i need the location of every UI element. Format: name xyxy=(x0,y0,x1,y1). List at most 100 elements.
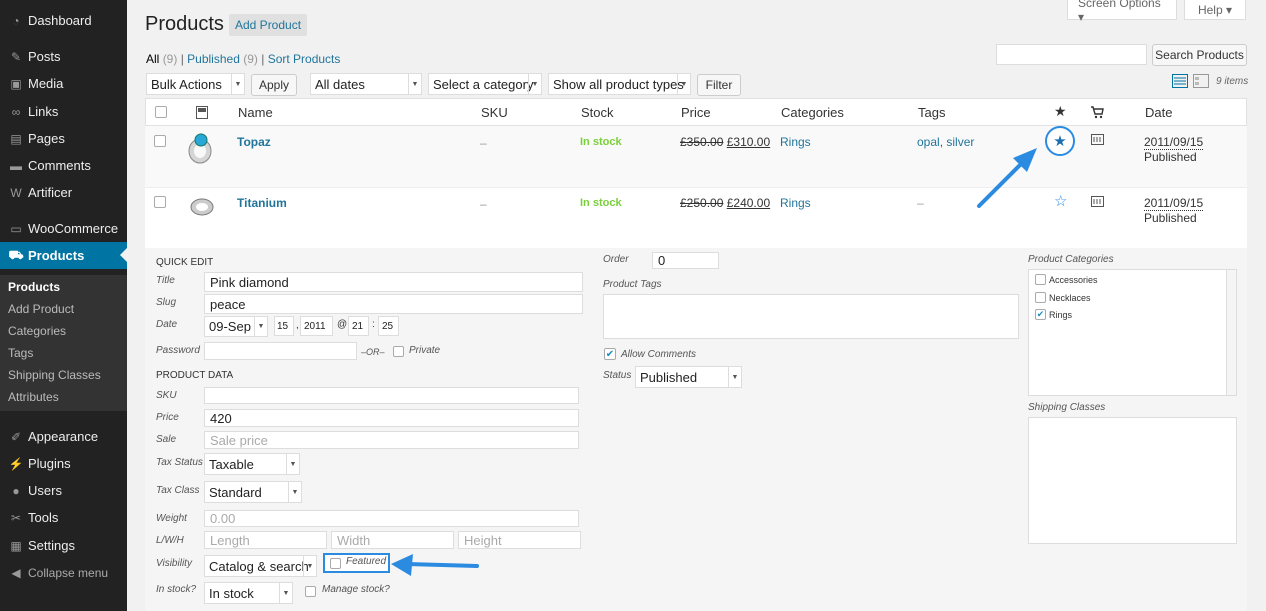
view-all[interactable]: All xyxy=(146,52,159,66)
hour-input[interactable]: 21 xyxy=(348,316,369,336)
tax-status-select[interactable]: Taxable ▼ xyxy=(204,453,300,475)
tax-class-select[interactable]: Standard ▼ xyxy=(204,481,302,503)
checklist-scrollbar[interactable] xyxy=(1226,270,1236,395)
menu-label: Appearance xyxy=(28,429,99,444)
title-input[interactable]: Pink diamond xyxy=(204,272,583,292)
column-price[interactable]: Price xyxy=(681,105,711,120)
category-link[interactable]: Rings xyxy=(780,135,811,149)
screen-options-button[interactable]: Screen Options ▾ xyxy=(1067,0,1177,24)
visibility-select[interactable]: Catalog & search ▼ xyxy=(204,555,317,577)
year-input[interactable]: 2011 xyxy=(300,316,333,336)
order-input[interactable]: 0 xyxy=(652,252,719,269)
category-option[interactable]: Necklaces xyxy=(1035,292,1091,303)
product-thumbnail[interactable] xyxy=(185,131,215,165)
add-product-button[interactable]: Add Product xyxy=(229,14,308,36)
sale-price-input[interactable]: Sale price xyxy=(204,431,579,449)
column-date[interactable]: Date xyxy=(1145,105,1172,120)
dates-select[interactable]: All dates ▼ xyxy=(310,73,422,95)
category-option[interactable]: Accessories xyxy=(1035,274,1098,285)
featured-star-outline-icon[interactable]: ☆ xyxy=(1054,192,1067,210)
column-categories: Categories xyxy=(781,105,844,120)
featured-star-icon[interactable]: ★ xyxy=(1054,103,1067,120)
users-icon: ● xyxy=(12,483,20,498)
product-type-select[interactable]: Show all product types ▼ xyxy=(548,73,691,95)
chevron-down-icon: ▼ xyxy=(254,317,267,336)
password-input[interactable] xyxy=(204,342,357,360)
row-checkbox[interactable] xyxy=(154,196,166,208)
view-published[interactable]: Published xyxy=(187,52,240,66)
product-thumbnail[interactable] xyxy=(189,196,215,218)
price-input[interactable]: 420 xyxy=(204,409,579,427)
search-products-button[interactable]: Search Products xyxy=(1152,44,1247,66)
menu-media[interactable]: ▣ Media xyxy=(0,70,127,97)
sku-input[interactable] xyxy=(204,387,579,404)
search-input[interactable] xyxy=(996,44,1147,65)
month-select[interactable]: 09-Sep ▼ xyxy=(204,316,268,337)
bulk-actions-select[interactable]: Bulk Actions ▼ xyxy=(146,73,245,95)
help-button[interactable]: Help ▾ xyxy=(1184,0,1246,20)
submenu-attributes[interactable]: Attributes xyxy=(8,390,59,404)
category-checkbox[interactable] xyxy=(1035,274,1046,285)
excerpt-view-icon[interactable] xyxy=(1193,74,1209,88)
submenu-products[interactable]: Products xyxy=(8,280,60,294)
menu-users[interactable]: ● Users xyxy=(0,477,127,504)
category-checkbox[interactable] xyxy=(1035,292,1046,303)
price-cell: £350.00 £310.00 xyxy=(680,135,770,149)
submenu-tags[interactable]: Tags xyxy=(8,346,33,360)
chevron-down-icon: ▼ xyxy=(286,454,299,474)
list-view-icon[interactable] xyxy=(1172,74,1188,88)
submenu-categories[interactable]: Categories xyxy=(8,324,66,338)
menu-dashboard[interactable]: ◔ Dashboard xyxy=(0,7,127,34)
category-option[interactable]: ✔ Rings xyxy=(1035,309,1072,320)
apply-button[interactable]: Apply xyxy=(251,74,297,96)
height-input[interactable]: Height xyxy=(458,531,581,549)
date-value: 2011/09/15 xyxy=(1144,196,1204,211)
menu-label: Users xyxy=(28,483,62,498)
menu-settings[interactable]: ▦ Settings xyxy=(0,532,127,559)
private-checkbox[interactable] xyxy=(393,346,404,357)
submenu-shipping-classes[interactable]: Shipping Classes xyxy=(8,368,101,382)
menu-links[interactable]: ∞ Links xyxy=(0,98,127,125)
menu-comments[interactable]: ▬ Comments xyxy=(0,152,127,179)
tag-link[interactable]: opal xyxy=(917,135,940,149)
product-name-link[interactable]: Topaz xyxy=(237,135,271,149)
product-name-link[interactable]: Titanium xyxy=(237,196,287,210)
slug-input[interactable]: peace xyxy=(204,294,583,314)
manage-stock-checkbox[interactable] xyxy=(305,586,316,597)
select-all-checkbox[interactable] xyxy=(155,106,167,118)
status-select[interactable]: Published ▼ xyxy=(635,366,742,388)
column-name[interactable]: Name xyxy=(238,105,273,120)
product-tags-textarea[interactable] xyxy=(603,294,1019,339)
view-sort-products[interactable]: Sort Products xyxy=(268,52,341,66)
filter-button[interactable]: Filter xyxy=(697,74,741,96)
menu-appearance[interactable]: ✐ Appearance xyxy=(0,423,127,450)
weight-input[interactable]: 0.00 xyxy=(204,510,579,527)
category-select[interactable]: Select a category ▼ xyxy=(428,73,542,95)
menu-artificer[interactable]: W Artificer xyxy=(0,179,127,206)
in-stock-select[interactable]: In stock ▼ xyxy=(204,582,293,604)
row-checkbox[interactable] xyxy=(154,135,166,147)
menu-plugins[interactable]: ⚡ Plugins xyxy=(0,450,127,477)
category-checkbox-checked[interactable]: ✔ xyxy=(1035,309,1046,320)
menu-collapse[interactable]: ◀ Collapse menu xyxy=(0,559,127,586)
length-input[interactable]: Length xyxy=(204,531,327,549)
featured-checkbox[interactable] xyxy=(330,558,341,569)
menu-tools[interactable]: ✂ Tools xyxy=(0,504,127,531)
chevron-down-icon: ▼ xyxy=(279,583,292,603)
category-link[interactable]: Rings xyxy=(780,196,811,210)
day-input[interactable]: 15 xyxy=(274,316,294,336)
minute-input[interactable]: 25 xyxy=(378,316,399,336)
submenu-add-product[interactable]: Add Product xyxy=(8,302,74,316)
menu-products[interactable]: ⛟ Products xyxy=(0,242,127,269)
width-input[interactable]: Width xyxy=(331,531,454,549)
column-sku[interactable]: SKU xyxy=(481,105,508,120)
products-submenu: Products Add Product Categories Tags Shi… xyxy=(0,275,127,411)
allow-comments-checkbox[interactable]: ✔ xyxy=(604,348,616,360)
menu-posts[interactable]: ✎ Posts xyxy=(0,43,127,70)
menu-woocommerce[interactable]: ▭ WooCommerce xyxy=(0,215,127,242)
menu-pages[interactable]: ▤ Pages xyxy=(0,125,127,152)
featured-star-icon[interactable]: ★ xyxy=(1045,126,1075,156)
product-data-heading: Product Data xyxy=(156,370,234,381)
weight-label: Weight xyxy=(156,513,187,524)
order-label: Order xyxy=(603,254,629,265)
